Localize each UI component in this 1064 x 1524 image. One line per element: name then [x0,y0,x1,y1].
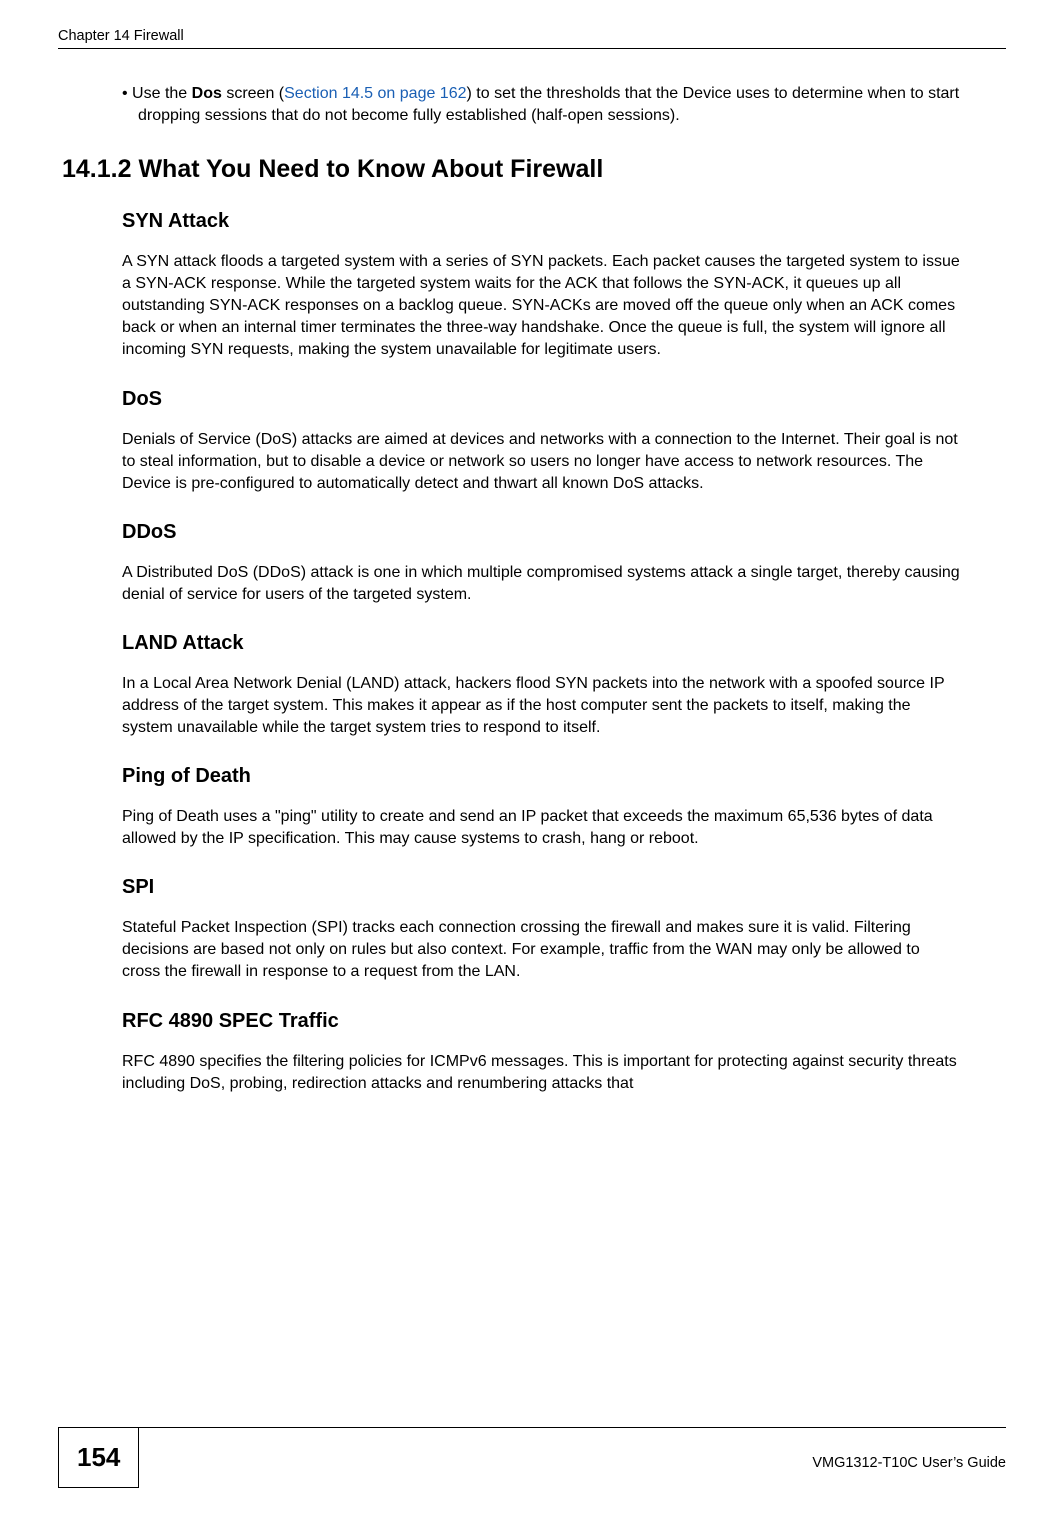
subheading-ddos: DDoS [122,521,962,544]
subheading-land-attack: LAND Attack [122,632,962,655]
page-header: Chapter 14 Firewall [58,28,1006,49]
bullet-text-mid: screen ( [222,85,284,102]
header-chapter: Chapter 14 Firewall [58,28,184,44]
section-link[interactable]: Section 14.5 on page 162 [284,85,466,102]
section-ping-of-death: Ping of Death Ping of Death uses a "ping… [122,765,962,850]
bullet-item: • Use the Dos screen (Section 14.5 on pa… [122,83,962,127]
bullet-bold-dos: Dos [192,85,222,102]
paragraph-rfc-4890: RFC 4890 specifies the filtering policie… [122,1051,962,1095]
paragraph-ddos: A Distributed DoS (DDoS) attack is one i… [122,562,962,606]
section-ddos: DDoS A Distributed DoS (DDoS) attack is … [122,521,962,606]
paragraph-land-attack: In a Local Area Network Denial (LAND) at… [122,673,962,739]
section-rfc-4890: RFC 4890 SPEC Traffic RFC 4890 specifies… [122,1010,962,1095]
paragraph-dos: Denials of Service (DoS) attacks are aim… [122,429,962,495]
guide-title: VMG1312-T10C User’s Guide [812,1445,1006,1471]
page-footer: 154 VMG1312-T10C User’s Guide [58,1427,1006,1488]
page-number: 154 [58,1428,139,1488]
paragraph-ping-of-death: Ping of Death uses a "ping" utility to c… [122,806,962,850]
subheading-ping-of-death: Ping of Death [122,765,962,788]
section-land-attack: LAND Attack In a Local Area Network Deni… [122,632,962,739]
subheading-syn-attack: SYN Attack [122,210,962,233]
section-syn-attack: SYN Attack A SYN attack floods a targete… [122,210,962,361]
section-heading-14-1-2: 14.1.2 What You Need to Know About Firew… [62,155,962,184]
subheading-dos: DoS [122,388,962,411]
page-content: • Use the Dos screen (Section 14.5 on pa… [58,83,1006,1095]
paragraph-spi: Stateful Packet Inspection (SPI) tracks … [122,917,962,983]
section-spi: SPI Stateful Packet Inspection (SPI) tra… [122,876,962,983]
subheading-rfc-4890: RFC 4890 SPEC Traffic [122,1010,962,1033]
bullet-text-prefix: • Use the [122,85,192,102]
section-dos: DoS Denials of Service (DoS) attacks are… [122,388,962,495]
paragraph-syn-attack: A SYN attack floods a targeted system wi… [122,251,962,361]
subheading-spi: SPI [122,876,962,899]
